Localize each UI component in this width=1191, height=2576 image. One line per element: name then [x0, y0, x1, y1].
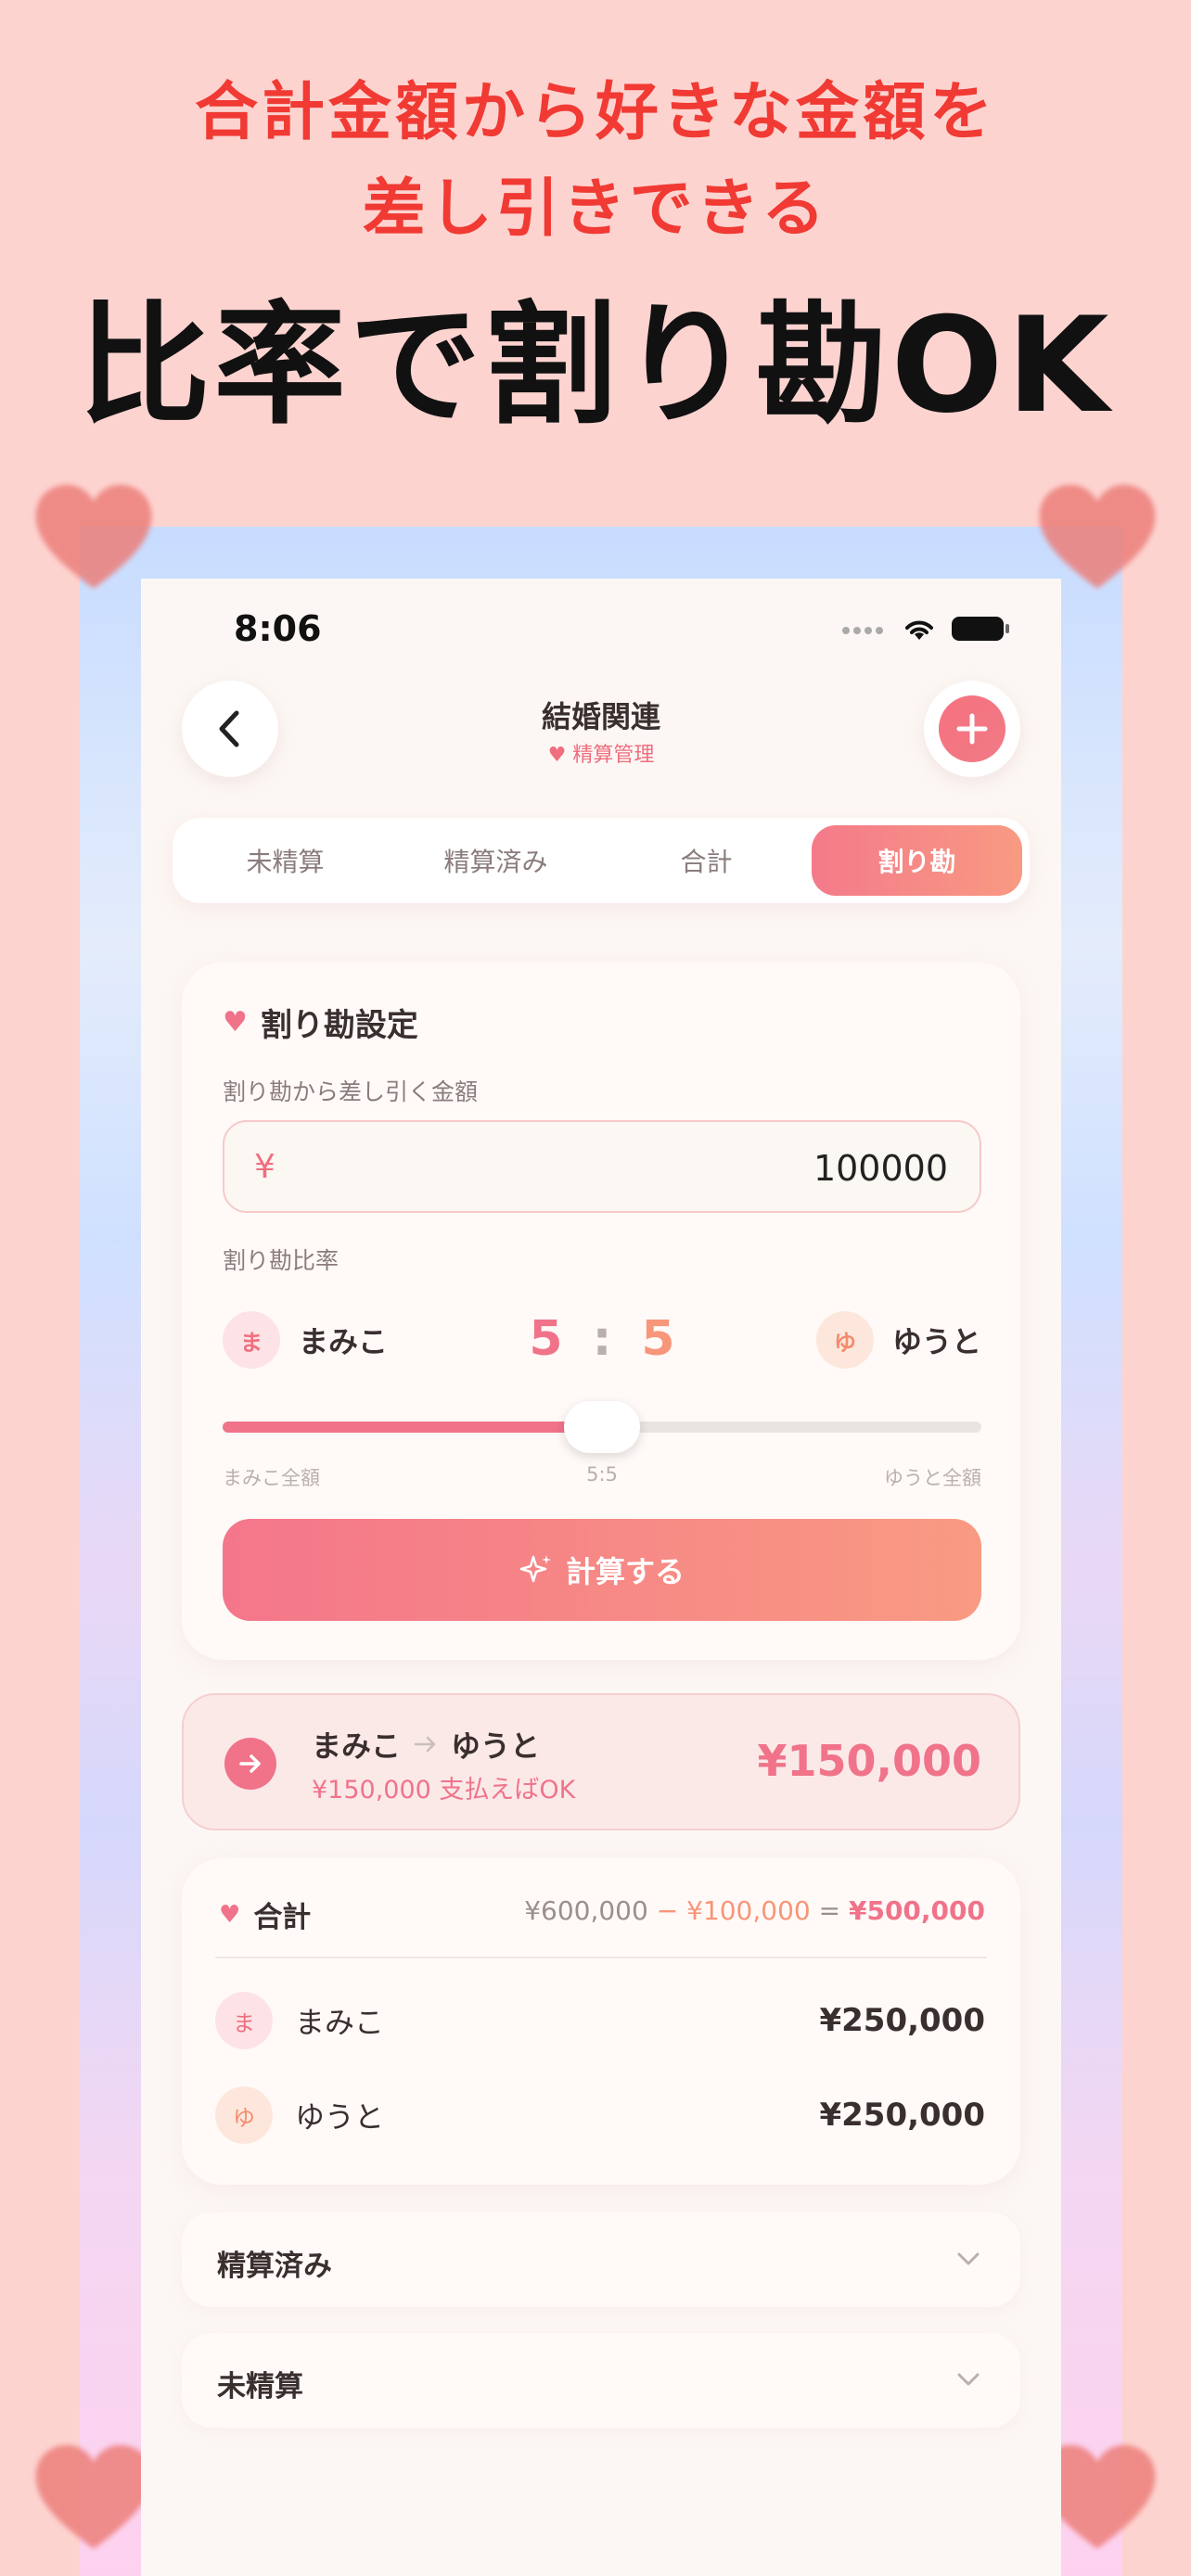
- summary-card: ♥ 合計 ¥600,000 − ¥100,000 = ¥500,000 ま まみ…: [182, 1858, 1020, 2185]
- section-title: 未精算: [217, 2370, 303, 2404]
- avatar: ゆ: [815, 1311, 874, 1369]
- equals-sign: =: [818, 1895, 841, 1926]
- result-subtitle: ¥150,000 支払えばOK: [312, 1776, 576, 1804]
- currency-symbol: ¥: [254, 1148, 275, 1186]
- small-arrow-icon: [414, 1736, 436, 1753]
- tab-settled[interactable]: 精算済み: [391, 825, 601, 896]
- slider-fill: [223, 1422, 602, 1433]
- person-b: ゆ ゆうと: [815, 1311, 981, 1369]
- tab-unsettled[interactable]: 未精算: [180, 825, 391, 896]
- unsettled-section[interactable]: 未精算: [182, 2333, 1020, 2428]
- cellular-icon: [842, 620, 887, 638]
- ratio-separator: :: [592, 1311, 612, 1367]
- result-names: まみこ ゆうと: [312, 1723, 540, 1766]
- heart-decoration-icon: [35, 2444, 152, 2549]
- promo-headline: 合計金額から好きな金額を 差し引きできる: [0, 65, 1191, 258]
- status-icons: [842, 616, 1009, 642]
- promo-title: 比率で割り勘OK: [78, 289, 1113, 442]
- heart-decoration-icon: [35, 484, 152, 589]
- summary-formula: ¥600,000 − ¥100,000 = ¥500,000: [524, 1895, 985, 1926]
- heart-decoration-icon: [1039, 484, 1156, 589]
- minus-sign: −: [656, 1895, 679, 1926]
- slider-right-label: ゆうと全額: [884, 1467, 981, 1489]
- calculate-button[interactable]: 計算する: [223, 1519, 981, 1621]
- settlement-result: まみこ ゆうと ¥150,000 支払えばOK ¥150,000: [182, 1693, 1020, 1830]
- ratio-row: ま まみこ 5:5 ゆ ゆうと: [223, 1311, 981, 1376]
- deduct-amount-value: 100000: [813, 1148, 948, 1189]
- promo-line-2: 差し引きできる: [362, 172, 829, 246]
- app-screen: 8:06 結婚関連 ♥ 精算管理 未精算 精算済み 合計 割り勘 ♥ 割り勘設定…: [141, 579, 1061, 2576]
- segment-tabs: 未精算 精算済み 合計 割り勘: [173, 818, 1030, 903]
- avatar: ま: [215, 1992, 273, 2049]
- summary-title: ♥ 合計: [219, 1900, 312, 1935]
- divider: [215, 1957, 987, 1958]
- ratio-label: 割り勘比率: [223, 1247, 339, 1274]
- total-amount: ¥600,000: [524, 1895, 648, 1926]
- share-name: まみこ: [295, 2005, 385, 2040]
- heart-icon: ♥: [219, 1900, 241, 1929]
- payer-name: まみこ: [312, 1728, 402, 1764]
- section-title: 精算済み: [217, 2250, 332, 2283]
- share-amount: ¥250,000: [819, 2002, 985, 2039]
- status-time: 8:06: [234, 608, 322, 649]
- heart-icon: ♥: [223, 1006, 248, 1039]
- net-amount: ¥500,000: [848, 1895, 985, 1926]
- wifi-icon: [905, 620, 933, 640]
- avatar: ゆ: [215, 2086, 273, 2144]
- deduct-amount-input[interactable]: ¥ 100000: [223, 1120, 981, 1213]
- sparkle-icon: [519, 1555, 551, 1583]
- share-name: ゆうと: [295, 2099, 385, 2135]
- result-amount: ¥150,000: [757, 1736, 981, 1786]
- ratio-a: 5: [529, 1311, 563, 1367]
- ratio-slider[interactable]: [223, 1401, 981, 1453]
- add-button[interactable]: [924, 681, 1020, 777]
- share-amount: ¥250,000: [819, 2097, 985, 2134]
- slider-center-label: 5:5: [586, 1463, 618, 1486]
- arrow-right-icon: [224, 1738, 276, 1790]
- promo-line-1: 合計金額から好きな金額を: [194, 76, 996, 149]
- tab-total[interactable]: 合計: [601, 825, 812, 896]
- heart-icon: ♥: [547, 744, 567, 767]
- settled-section[interactable]: 精算済み: [182, 2213, 1020, 2307]
- plus-icon: [939, 695, 1005, 762]
- card-title: ♥ 割り勘設定: [223, 1006, 418, 1044]
- split-settings-card: ♥ 割り勘設定 割り勘から差し引く金額 ¥ 100000 割り勘比率 ま まみこ…: [182, 963, 1020, 1660]
- deduct-label: 割り勘から差し引く金額: [223, 1078, 479, 1105]
- slider-thumb[interactable]: [564, 1401, 640, 1453]
- ratio-b: 5: [641, 1311, 675, 1367]
- nav-subtitle: ♥ 精算管理: [547, 744, 655, 767]
- person-b-name: ゆうと: [891, 1324, 981, 1359]
- share-row: ま まみこ ¥250,000: [215, 1988, 985, 2053]
- chevron-down-icon: [957, 2252, 980, 2265]
- chevron-down-icon: [957, 2373, 980, 2386]
- battery-icon: [952, 617, 1009, 641]
- deduction-amount: ¥100,000: [686, 1895, 811, 1926]
- payee-name: ゆうと: [451, 1728, 541, 1764]
- share-row: ゆ ゆうと ¥250,000: [215, 2083, 985, 2148]
- tab-split[interactable]: 割り勘: [812, 825, 1022, 896]
